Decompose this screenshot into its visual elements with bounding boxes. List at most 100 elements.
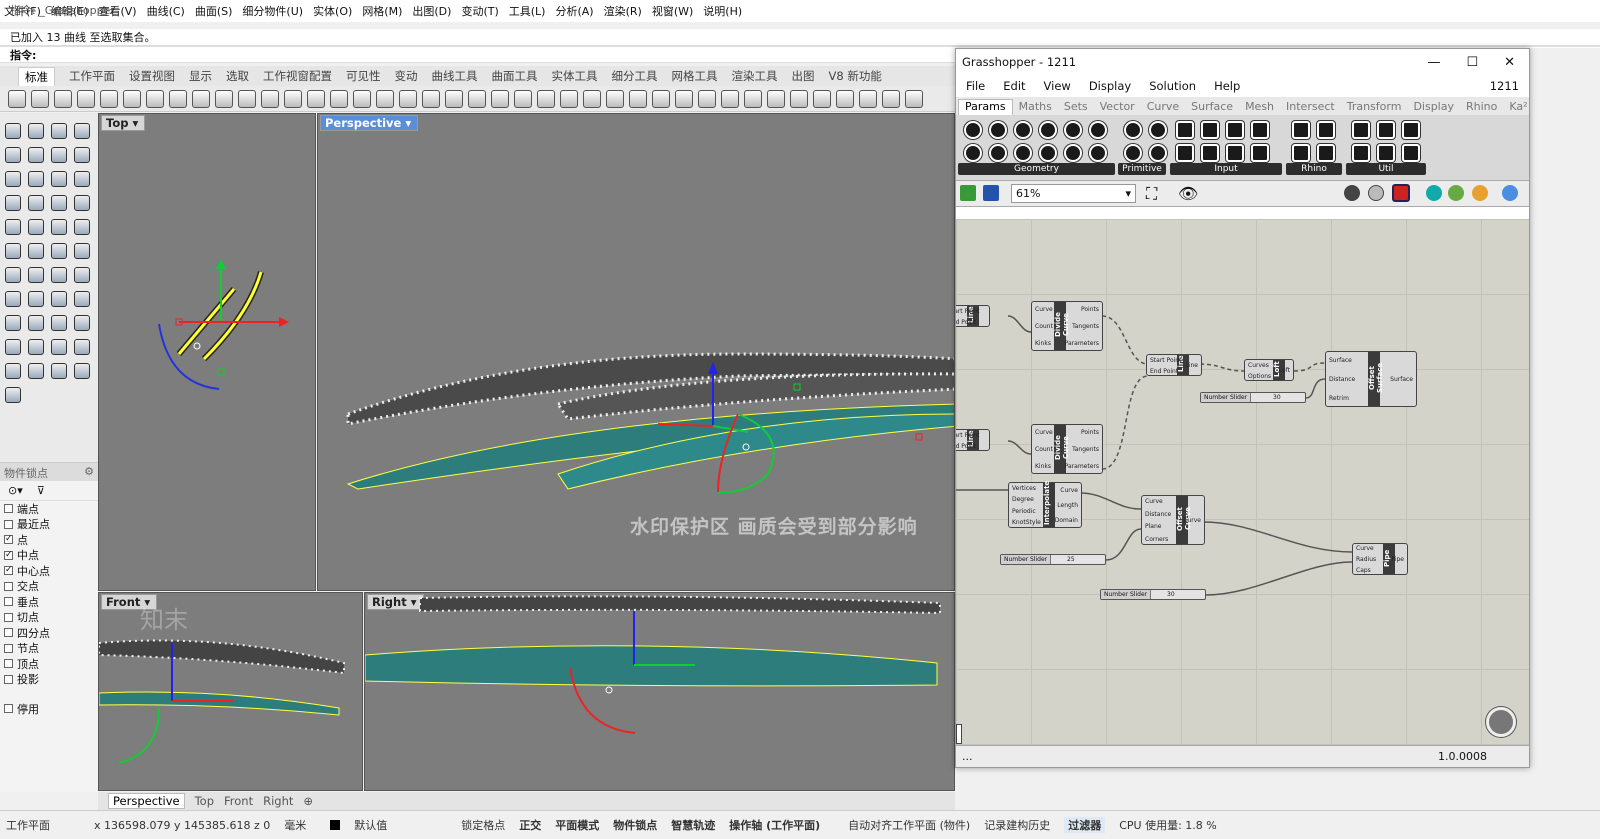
gh-component-divide1[interactable]: Divide Curve Curve Count Kinks Points Tangent… [1031,301,1103,351]
osnap-checkbox[interactable] [4,674,13,684]
gh-tab[interactable]: Intersect [1280,100,1341,115]
gh-input-param[interactable]: Curve [1035,302,1053,318]
toolbar-tool-icon[interactable] [261,89,279,108]
toolbar-tool-icon[interactable] [560,89,578,108]
gh-component-offset_curve[interactable]: Offset Curve Curve Distance Plane Corners Cur… [1141,495,1205,545]
gh-output-param[interactable]: Pipe [1391,552,1404,568]
toolbar-tool-icon[interactable] [859,89,877,108]
selected-only-icon[interactable] [1426,185,1442,201]
status-plane[interactable]: 工作平面 [6,817,50,833]
gh-output-param[interactable]: Parameters [1065,336,1099,352]
toolbar-tool-icon[interactable] [330,89,348,108]
toolbar-tool-icon[interactable] [238,89,256,108]
gh-component-icon[interactable] [989,144,1007,162]
left-tool-icon[interactable] [51,315,67,331]
left-tool-icon[interactable] [28,315,44,331]
viewport-top[interactable]: Top ▾ [98,113,316,591]
gh-input-param[interactable]: End Point [956,439,976,455]
toolbar-tool-icon[interactable] [882,89,900,108]
left-tool-icon[interactable] [5,123,21,139]
toolbar-tool-icon[interactable] [215,89,233,108]
toolbar-tool-icon[interactable] [399,89,417,108]
left-tool-icon[interactable] [5,315,21,331]
gh-menu-item[interactable]: Edit [1003,79,1025,93]
gh-component-divide2[interactable]: Divide Curve Curve Count Kinks Points Tangent… [1031,424,1103,474]
gh-input-param[interactable]: Options [1248,369,1271,385]
gh-output-param[interactable]: Line [1185,358,1198,374]
left-tool-icon[interactable] [74,363,90,379]
toolbar-tool-icon[interactable] [514,89,532,108]
left-tool-icon[interactable] [74,147,90,163]
left-tool-icon[interactable] [51,243,67,259]
gh-output-param[interactable]: Surface [1390,372,1413,388]
viewport-tab-3[interactable]: Right [263,794,293,808]
gh-output-param[interactable]: Tangents [1072,319,1099,335]
osnap-checkbox[interactable] [4,581,13,591]
gh-output-param[interactable]: Length [1057,498,1078,514]
left-tool-icon[interactable] [74,291,90,307]
gear-icon[interactable]: ⚙ [84,465,94,478]
left-tool-icon[interactable] [51,171,67,187]
gh-input-param[interactable]: Corners [1145,532,1168,548]
ribbon-tab-12[interactable]: 网格工具 [672,68,718,84]
gh-group-label[interactable]: Geometry [958,163,1115,175]
toolbar-tool-icon[interactable] [77,89,95,108]
toolbar-tool-icon[interactable] [123,89,141,108]
gh-tab[interactable]: Curve [1141,100,1185,115]
gh-component-icon[interactable] [964,121,982,139]
gh-input-param[interactable]: KnotStyle [1012,515,1041,531]
left-tool-icon[interactable] [51,147,67,163]
gh-component-icon[interactable] [1039,121,1057,139]
osnap-toggle-icon[interactable]: ⊙▾ [8,484,23,497]
gh-slider-value[interactable]: 25 [1067,555,1075,564]
left-tool-icon[interactable] [51,267,67,283]
gh-component-icon[interactable] [1149,121,1167,139]
gh-component-icon[interactable] [964,144,982,162]
ribbon-tab-14[interactable]: 出图 [792,68,815,84]
left-tool-icon[interactable] [28,291,44,307]
viewport-tab-2[interactable]: Front [224,794,253,808]
close-icon[interactable]: ✕ [1504,55,1515,70]
osnap-checkbox[interactable] [4,597,13,607]
gh-component-icon[interactable] [1292,144,1310,162]
gh-input-param[interactable]: Curve [1035,425,1053,441]
ribbon-tab-0[interactable]: 标准 [18,66,55,86]
toolbar-tool-icon[interactable] [744,89,762,108]
toolbar-tool-icon[interactable] [169,89,187,108]
toolbar-tool-icon[interactable] [422,89,440,108]
osnap-item[interactable]: 四分点 [0,625,98,641]
toolbar-tool-icon[interactable] [100,89,118,108]
osnap-item[interactable]: ✓ 点 [0,532,98,548]
gh-component-line2[interactable]: LineStart PointEnd Point [956,429,990,451]
gh-tab[interactable]: Maths [1013,100,1058,115]
gh-component-icon[interactable] [1014,144,1032,162]
status-toggle-4[interactable]: 智慧轨迹 [671,819,715,832]
toolbar-tool-icon[interactable] [307,89,325,108]
toolbar-tool-icon[interactable] [537,89,555,108]
gh-component-line1[interactable]: LineStart PointEnd Point [956,305,990,327]
gh-output-param[interactable]: Curve [1183,513,1201,529]
gh-output-param[interactable]: Points [1081,302,1099,318]
left-tool-icon[interactable] [28,123,44,139]
status-toggle-2[interactable]: 平面模式 [555,819,599,832]
ribbon-tab-4[interactable]: 选取 [226,68,249,84]
save-file-icon[interactable] [983,185,999,201]
gh-component-offset_surface[interactable]: Offset Surface Surface Distance Retrim Surfa… [1325,351,1417,407]
viewport-front[interactable]: Front ▾ [98,592,363,791]
toolbar-tool-icon[interactable] [721,89,739,108]
ribbon-tab-13[interactable]: 渲染工具 [732,68,778,84]
status-autoalign[interactable]: 自动对齐工作平面 (物件) [848,817,970,833]
left-tool-icon[interactable] [5,267,21,283]
osnap-disable-row[interactable]: 停用 [0,701,98,717]
gh-number-slider[interactable]: Number Slider 30 [1100,589,1206,600]
gh-input-param[interactable]: End Point [1150,364,1178,380]
gh-input-param[interactable]: Caps [1356,563,1371,579]
left-tool-icon[interactable] [74,243,90,259]
toolbar-tool-icon[interactable] [905,89,923,108]
left-tool-icon[interactable] [74,195,90,211]
left-tool-icon[interactable] [28,171,44,187]
gh-component-icon[interactable] [1352,144,1370,162]
gh-component-icon[interactable] [1251,144,1269,162]
status-toggle-3[interactable]: 物件锁点 [613,819,657,832]
osnap-checkbox[interactable] [4,643,13,653]
